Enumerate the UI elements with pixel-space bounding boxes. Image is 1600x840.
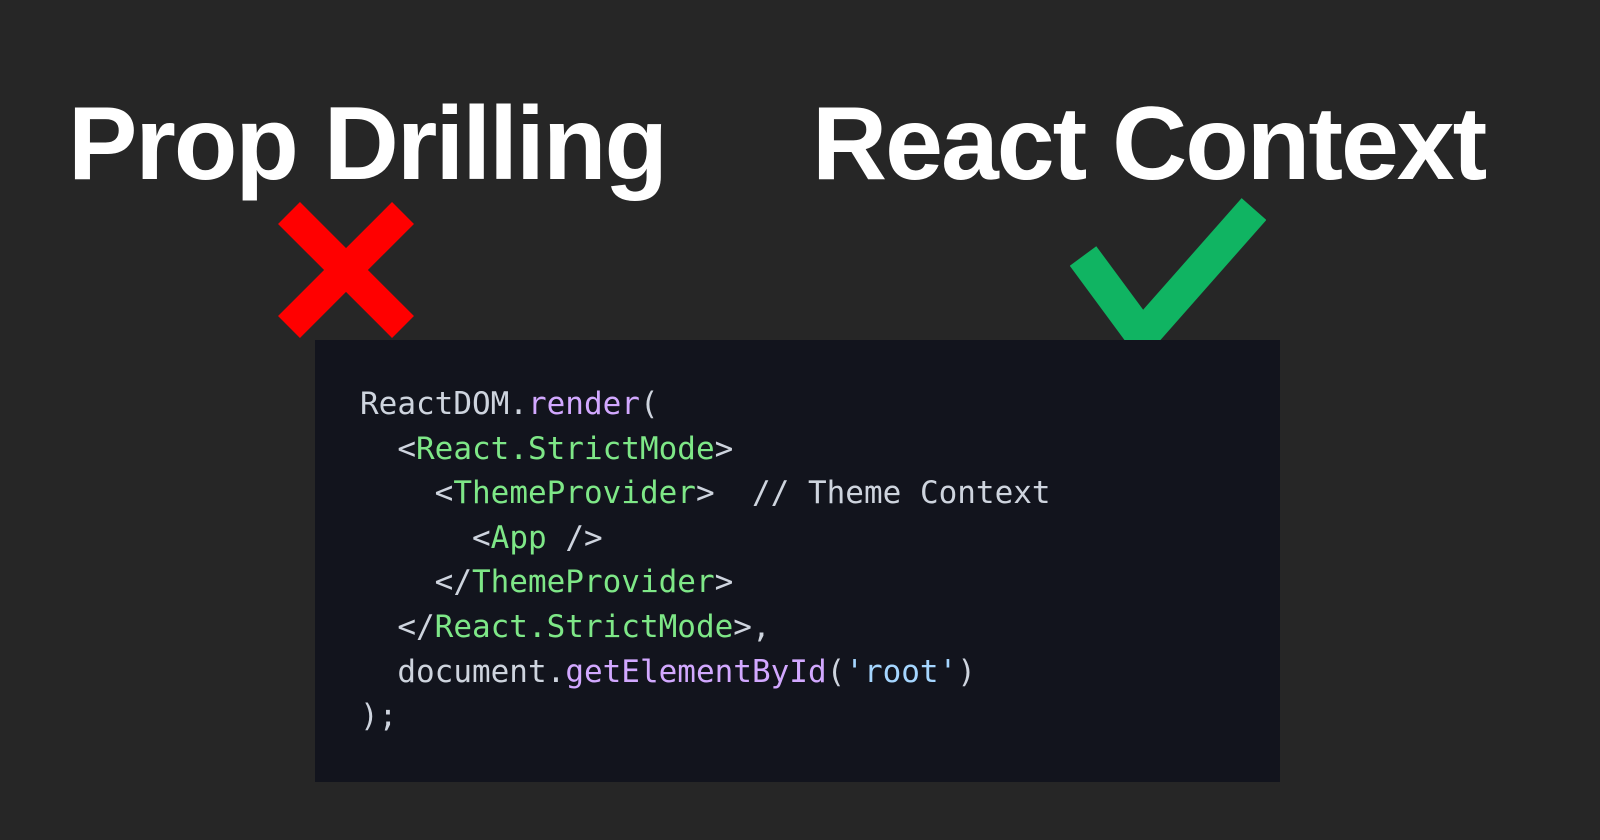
code-token-punct: >: [695, 475, 715, 512]
code-token-tag: ThemeProvider: [471, 564, 715, 601]
code-token-punct: />: [546, 519, 603, 556]
code-content: ReactDOM.render( <React.StrictMode> <The…: [360, 382, 1280, 739]
page-title-react-context: React Context: [812, 86, 1487, 202]
code-line: document.getElementById('root'): [360, 650, 1280, 695]
code-line: <App />: [360, 516, 1280, 561]
code-token-tag: React.StrictMode: [434, 608, 734, 645]
code-line: </React.StrictMode>,: [360, 605, 1280, 650]
code-token-punct: >: [714, 564, 734, 601]
code-token-punct: </: [434, 564, 472, 601]
code-line: );: [360, 694, 1280, 739]
slide-canvas: Prop Drilling React Context ReactDOM.ren…: [0, 0, 1600, 840]
code-token-punct: <: [434, 475, 454, 512]
cross-mark-icon: [278, 202, 414, 338]
code-token-punct: <: [471, 519, 491, 556]
code-token-punct: <: [397, 430, 416, 467]
code-token-punct: (: [826, 653, 846, 690]
code-token-punct: >,: [733, 608, 771, 645]
code-token-comment: // Theme Context: [714, 475, 1051, 512]
code-token-punct: (: [639, 386, 659, 422]
code-token-str: 'root': [845, 653, 958, 690]
code-block: ReactDOM.render( <React.StrictMode> <The…: [360, 382, 1280, 739]
code-snippet-panel: ReactDOM.render( <React.StrictMode> <The…: [315, 340, 1280, 782]
code-token-tag: ThemeProvider: [453, 475, 696, 512]
code-line: <React.StrictMode>: [360, 427, 1280, 472]
code-token-punct: );: [360, 698, 398, 735]
code-token-plain: document.: [397, 653, 566, 690]
code-token-tag: React.StrictMode: [416, 430, 715, 467]
code-token-fn: getElementById: [565, 653, 827, 690]
code-line: <ThemeProvider> // Theme Context: [360, 471, 1280, 516]
code-token-punct: ): [957, 653, 976, 690]
code-line: </ThemeProvider>: [360, 560, 1280, 605]
code-token-punct: </: [397, 608, 435, 645]
check-mark-icon: [1070, 196, 1266, 348]
code-token-plain: ReactDOM.: [360, 386, 528, 422]
page-title-prop-drilling: Prop Drilling: [68, 86, 668, 202]
code-token-punct: >: [714, 430, 734, 467]
code-line: ReactDOM.render(: [360, 382, 1280, 427]
code-token-tag: App: [490, 519, 547, 556]
code-token-fn: render: [527, 386, 640, 422]
